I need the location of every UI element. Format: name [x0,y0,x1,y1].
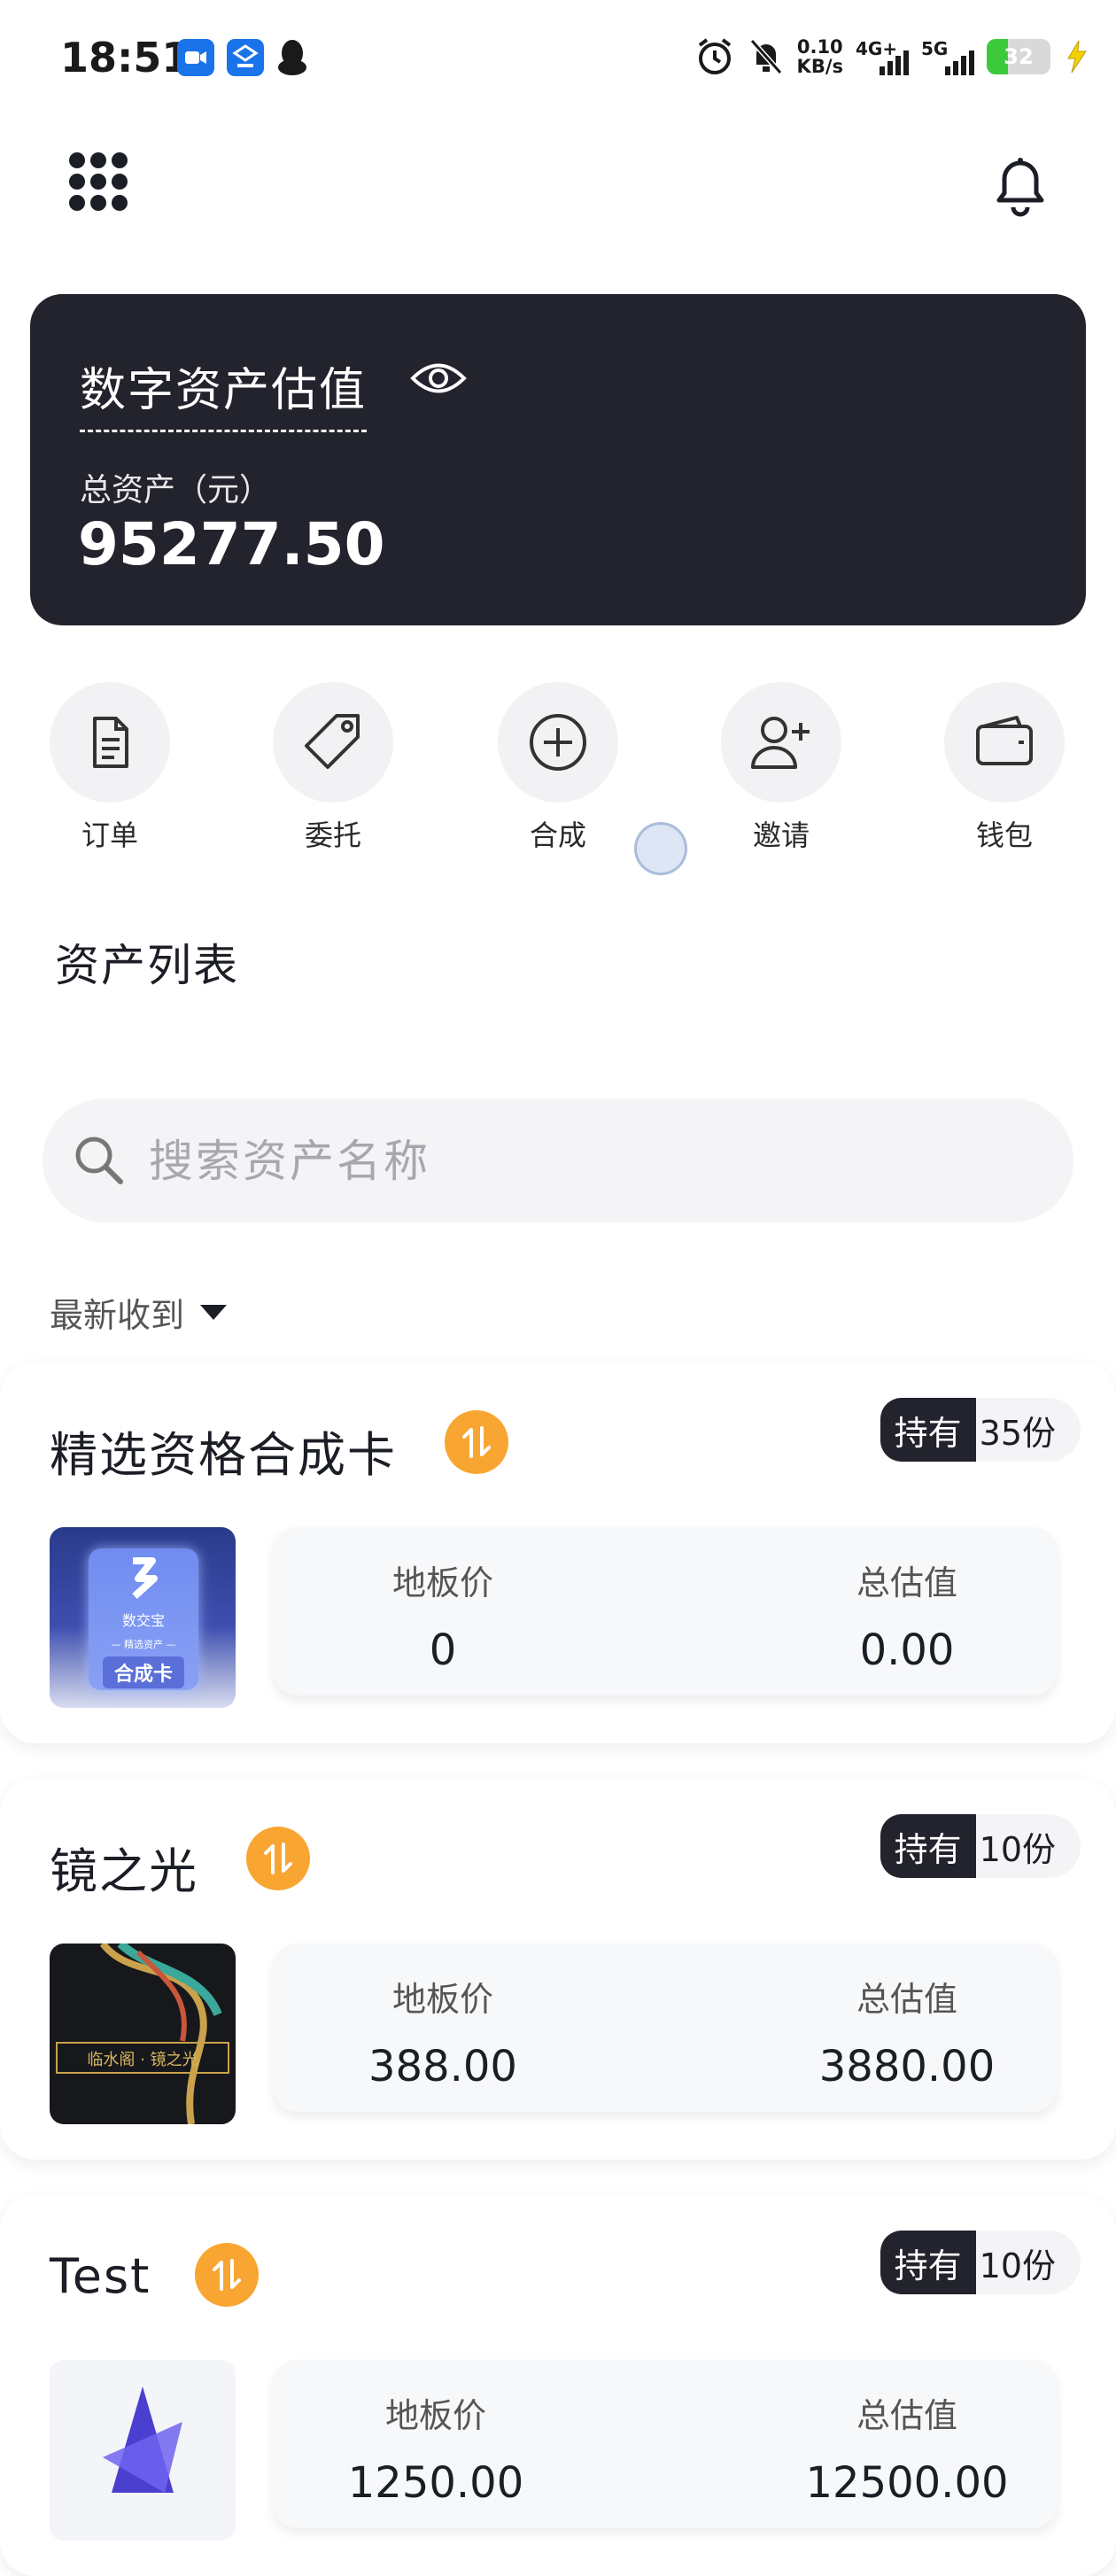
alarm-icon [698,38,731,74]
total-valuation-value: 12500.00 [805,2458,1009,2508]
holding-count: 35份 [975,1398,1081,1462]
status-bar: 18:51 0.10 KB/s 4G+ 5G 32 [0,0,1116,119]
bell-icon[interactable] [985,149,1056,220]
holding-count: 10份 [975,2231,1081,2294]
total-valuation-label: 总估值 [856,1980,957,2019]
holding-badge: 持有 10份 [880,1814,1081,1878]
asset-thumbnail[interactable]: 临水阁 · 镜之光 [50,1944,236,2124]
total-valuation: 总估值 0.00 [774,1527,1040,1675]
net-speed-unit: KB/s [796,56,843,77]
asset-card-title[interactable]: 数字资产估值 [80,353,368,432]
search-input[interactable] [147,1098,1036,1224]
asset-item-card[interactable]: 精选资格合成卡 持有 35份 数交宝 — 精选资产 — 合成卡 地板价 0 总估… [0,1362,1116,1743]
thumb-sub: — 精选资产 — [111,1639,176,1650]
swap-icon[interactable] [246,1827,310,1890]
floor-price-value: 1250.00 [347,2458,524,2508]
eye-icon[interactable] [409,356,468,400]
holding-label: 持有 [880,2231,976,2294]
asset-item-card[interactable]: 镜之光 持有 10份 临水阁 · 镜之光 地板价 388.00 总估值 3880… [0,1779,1116,2160]
asset-item-card[interactable]: Test 持有 10份 地板价 1250.00 总估值 12500.00 [0,2195,1116,2576]
floor-price: 地板价 0 [310,1527,576,1675]
total-valuation-label: 总估值 [856,2396,957,2435]
action-label: 合成 [529,819,586,852]
action-wallet[interactable]: 钱包 [942,682,1066,854]
action-label: 钱包 [975,819,1033,852]
asset-logo-icon [103,2386,182,2493]
total-assets-label: 总资产（元） [80,472,272,508]
net-speed-value: 0.10 [796,36,843,58]
mute-icon [749,39,782,74]
swap-icon[interactable] [445,1410,508,1474]
brand-logo-icon [132,1557,158,1599]
thumb-card: 合成卡 [103,1657,184,1688]
wallet-icon [976,716,1033,765]
signal-icon-sim2: 5G [921,35,974,79]
floor-price-label: 地板价 [391,1980,493,2019]
touch-indicator [634,822,687,875]
thumb-brand: 数交宝 [121,1612,165,1629]
document-icon [93,717,128,768]
asset-list-title: 资产列表 [55,940,239,991]
total-valuation: 总估值 12500.00 [774,2360,1040,2508]
floor-price-label: 地板价 [384,2396,486,2435]
holding-badge: 持有 10份 [880,2231,1081,2294]
tag-icon [305,714,360,769]
charging-icon [1067,40,1087,74]
qq-icon [275,37,310,81]
video-app-icon [177,39,214,76]
sim2-label: 5G [921,38,949,59]
battery-icon: 32 [987,39,1050,74]
grid-menu-icon[interactable] [69,152,128,211]
swap-icon[interactable] [195,2243,259,2307]
floor-price-value: 0 [429,1626,457,1675]
asset-name: 精选资格合成卡 [50,1427,397,1483]
action-label: 委托 [304,819,361,852]
action-synthesize[interactable]: 合成 [496,682,620,854]
asset-thumbnail[interactable]: 数交宝 — 精选资产 — 合成卡 [50,1527,236,1708]
total-valuation-value: 0.00 [859,1626,955,1675]
total-valuation-value: 3880.00 [818,2042,996,2091]
thumb-caption: 临水阁 · 镜之光 [87,2051,198,2069]
action-entrust[interactable]: 委托 [271,682,395,854]
signal-icon-sim1: 4G+ [856,35,909,79]
search-icon [75,1137,123,1184]
asset-stats: 地板价 388.00 总估值 3880.00 [273,1944,1058,2112]
action-invite[interactable]: 邀请 [719,682,843,854]
floor-price: 地板价 388.00 [310,1944,576,2091]
holding-badge: 持有 35份 [880,1398,1081,1462]
total-valuation: 总估值 3880.00 [774,1944,1040,2091]
action-label: 邀请 [752,819,810,852]
artwork-image [56,1944,229,2124]
holding-label: 持有 [880,1814,976,1878]
floor-price-label: 地板价 [391,1563,493,1602]
scan-app-icon [227,39,264,76]
sort-dropdown[interactable]: 最新收到 [50,1288,228,1337]
floor-price-value: 388.00 [368,2042,517,2091]
action-label: 订单 [81,819,138,852]
search-bar[interactable] [43,1098,1073,1224]
floor-price: 地板价 1250.00 [303,2360,569,2508]
battery-level: 32 [1004,44,1034,69]
net-speed: 0.10 KB/s [797,37,843,76]
total-valuation-label: 总估值 [856,1563,957,1602]
asset-stats: 地板价 1250.00 总估值 12500.00 [273,2360,1058,2528]
holding-count: 10份 [975,1814,1081,1878]
sort-label: 最新收到 [50,1296,185,1335]
holding-label: 持有 [880,1398,976,1462]
asset-valuation-card: 数字资产估值 总资产（元） 95277.50 [30,294,1086,625]
add-user-icon [751,717,810,769]
status-time: 18:51 [60,34,190,81]
asset-thumbnail[interactable] [50,2360,236,2541]
asset-stats: 地板价 0 总估值 0.00 [273,1527,1058,1695]
asset-name: 镜之光 [50,1843,198,1899]
total-assets-value: 95277.50 [78,510,385,578]
action-orders[interactable]: 订单 [48,682,172,854]
plus-circle-icon [530,714,586,771]
caret-down-icon [200,1305,228,1320]
asset-name: Test [50,2248,151,2304]
